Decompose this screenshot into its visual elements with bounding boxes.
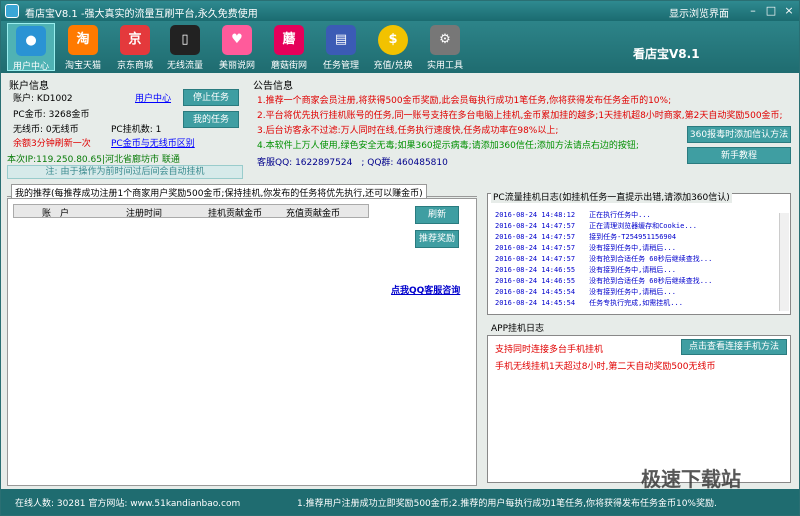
close-icon[interactable]: × (781, 3, 797, 18)
recommend-panel (7, 198, 477, 486)
jd-icon: 京 (120, 25, 150, 55)
tab-user-center[interactable]: ● 用户中心 (7, 23, 55, 72)
stop-task-button[interactable]: 停止任务 (183, 89, 239, 106)
main-window: 看店宝V8.1 -强大真实的流量互刷平台,永久免费使用 显示浏览界面 – □ ×… (0, 0, 800, 516)
col-recharge-contrib: 充值贡献金币 (286, 209, 341, 219)
tab-tools[interactable]: ⚙ 实用工具 (421, 23, 469, 71)
phone-connect-button[interactable]: 点击查看连接手机方法 (681, 339, 787, 355)
log-line: 2016-08-24 14:47:57 接到任务-T254951156904 (495, 233, 677, 241)
tab-recharge[interactable]: $ 充值/兑换 (369, 23, 417, 71)
announce-line-3: 3.后台访客永不过滤:万人同时在线,任务执行速度快,任务成功率在98%以上; (257, 126, 559, 136)
brand-label: 看店宝V8.1 (633, 47, 700, 61)
phone-icon: ▯ (170, 25, 200, 55)
my-task-button[interactable]: 我的任务 (183, 111, 239, 128)
pc-hook-count: PC挂机数: 1 (111, 125, 162, 135)
tutorial-button[interactable]: 新手教程 (687, 147, 791, 164)
tab-jd[interactable]: 京京东商城 (111, 23, 159, 71)
tab-task-management[interactable]: ▤ 任务管理 (317, 23, 365, 71)
wireless-coins: 无线币: 0无线币 (13, 125, 79, 135)
log-line: 2016-08-24 14:45:54 没有接到任务中,请稍后... (495, 288, 676, 296)
col-register-time: 注册时间 (126, 209, 163, 219)
title-bar: 看店宝V8.1 -强大真实的流量互刷平台,永久免费使用 显示浏览界面 – □ × (1, 1, 799, 21)
taobao-icon: 淘 (68, 25, 98, 55)
tab-wireless[interactable]: ▯ 无线流量 (161, 23, 209, 71)
announce-line-1: 1.推荐一个商家会员注册,将获得500金币奖励,此会员每执行成功1笔任务,你将获… (257, 96, 672, 106)
user-icon: ● (16, 26, 46, 56)
account-line: 账户: KD1002 (13, 94, 73, 104)
log-line: 2016-08-24 14:46:55 没有接到任务中,请稍后... (495, 266, 676, 274)
col-hook-contrib: 挂机贡献金币 (208, 209, 263, 219)
recommend-reward-button[interactable]: 推荐奖励 (415, 230, 459, 248)
minimize-icon[interactable]: – (745, 3, 761, 18)
app-log-line-2: 手机无线挂机1天超过8小时,第二天自动奖励500无线币 (495, 362, 716, 372)
coin-diff-link[interactable]: PC金币与无线币区别 (111, 136, 195, 149)
status-marquee: 1.推荐用户注册成功立即奖励500金币;2.推荐的用户每执行成功1笔任务,你将获… (297, 499, 717, 509)
tools-icon: ⚙ (430, 25, 460, 55)
announce-line-4: 4.本软件上万人使用,绿色安全无毒;如果360提示病毒;请添加360信任;添加方… (257, 141, 639, 151)
coin-icon: $ (378, 25, 408, 55)
qq-service-link[interactable]: 点我QQ客服咨询 (391, 283, 460, 296)
log-line: 2016-08-24 14:46:55 没有抢到合适任务 60秒后继续查找... (495, 277, 713, 285)
log-line: 2016-08-24 14:48:12 正在执行任务中... (495, 211, 651, 219)
log-line: 2016-08-24 14:45:54 任务专执行完成,如需挂机... (495, 299, 683, 307)
account-status-bar: 注: 由于操作为前时间过后间会自动挂机 (7, 165, 243, 179)
window-title: 看店宝V8.1 -强大真实的流量互刷平台,永久免费使用 (25, 9, 258, 20)
tab-meilishuo[interactable]: ♥ 美丽说网 (213, 23, 261, 71)
app-log-line-1: 支持同时连接多台手机挂机 (495, 345, 604, 355)
col-account: 账 户 (42, 209, 70, 219)
tab-mogujie[interactable]: 蘑蘑菇街网 (265, 23, 313, 71)
pc-coins: PC金币: 3268金币 (13, 110, 90, 120)
recommend-grid-header: 账 户 注册时间 挂机贡献金币 充值贡献金币 (13, 204, 369, 219)
announce-header: 公告信息 (253, 81, 293, 92)
mogujie-icon: 蘑 (274, 25, 304, 55)
main-toolbar: ● 用户中心 淘淘宝天猫 京京东商城 ▯ 无线流量 ♥ 美丽说网 蘑蘑菇街网 ▤ 任务管… (1, 21, 799, 73)
watermark-logo: 极速下载站 (641, 467, 741, 491)
user-center-link[interactable]: 用户中心 (135, 91, 171, 104)
app-log-panel (487, 335, 791, 483)
tab-taobao[interactable]: 淘淘宝天猫 (59, 23, 107, 71)
app-log-header: APP挂机日志 (491, 324, 545, 334)
pc-log-header: PC流量挂机日志(如挂机任务一直提示出错,请添加360信认) (491, 190, 732, 203)
log-line: 2016-08-24 14:47:57 没有抢到合适任务 60秒后继续查找... (495, 255, 713, 263)
qq-info: 客服QQ: 1622897524 ; QQ群: 460485810 (257, 158, 448, 168)
ip-info: 本次IP:119.250.80.65|河北省廊坊市 联通 (7, 155, 180, 165)
status-bar: 在线人数: 30281 官方网站: www.51kandianbao.com 1… (1, 489, 799, 515)
add-360-trust-button[interactable]: 360报毒时添加信认方法 (687, 126, 791, 143)
refresh-button[interactable]: 刷新 (415, 206, 459, 224)
app-icon (5, 4, 19, 18)
announce-line-2: 2.平台将优先执行挂机账号的任务,同一账号支持在多台电脑上挂机,金币累加挂的越多… (257, 111, 783, 121)
log-line: 2016-08-24 14:47:57 正在清理浏览器缓存和Cookie... (495, 222, 698, 230)
maximize-icon[interactable]: □ (763, 3, 779, 18)
tab-my-recommend[interactable]: 我的推荐(每推荐成功注册1个商家用户奖励500金币;保持挂机,你发布的任务将优先… (11, 184, 427, 199)
task-icon: ▤ (326, 25, 356, 55)
show-browser-link[interactable]: 显示浏览界面 (669, 5, 729, 20)
log-line: 2016-08-24 14:47:57 没有接到任务中,请稍后... (495, 244, 676, 252)
account-header: 账户信息 (9, 81, 49, 92)
online-count: 在线人数: 30281 官方网站: www.51kandianbao.com (15, 499, 241, 509)
log-scrollbar[interactable] (779, 213, 789, 311)
refresh-note: 余额3分钟刷新一次 (13, 139, 91, 149)
meilishuo-icon: ♥ (222, 25, 252, 55)
